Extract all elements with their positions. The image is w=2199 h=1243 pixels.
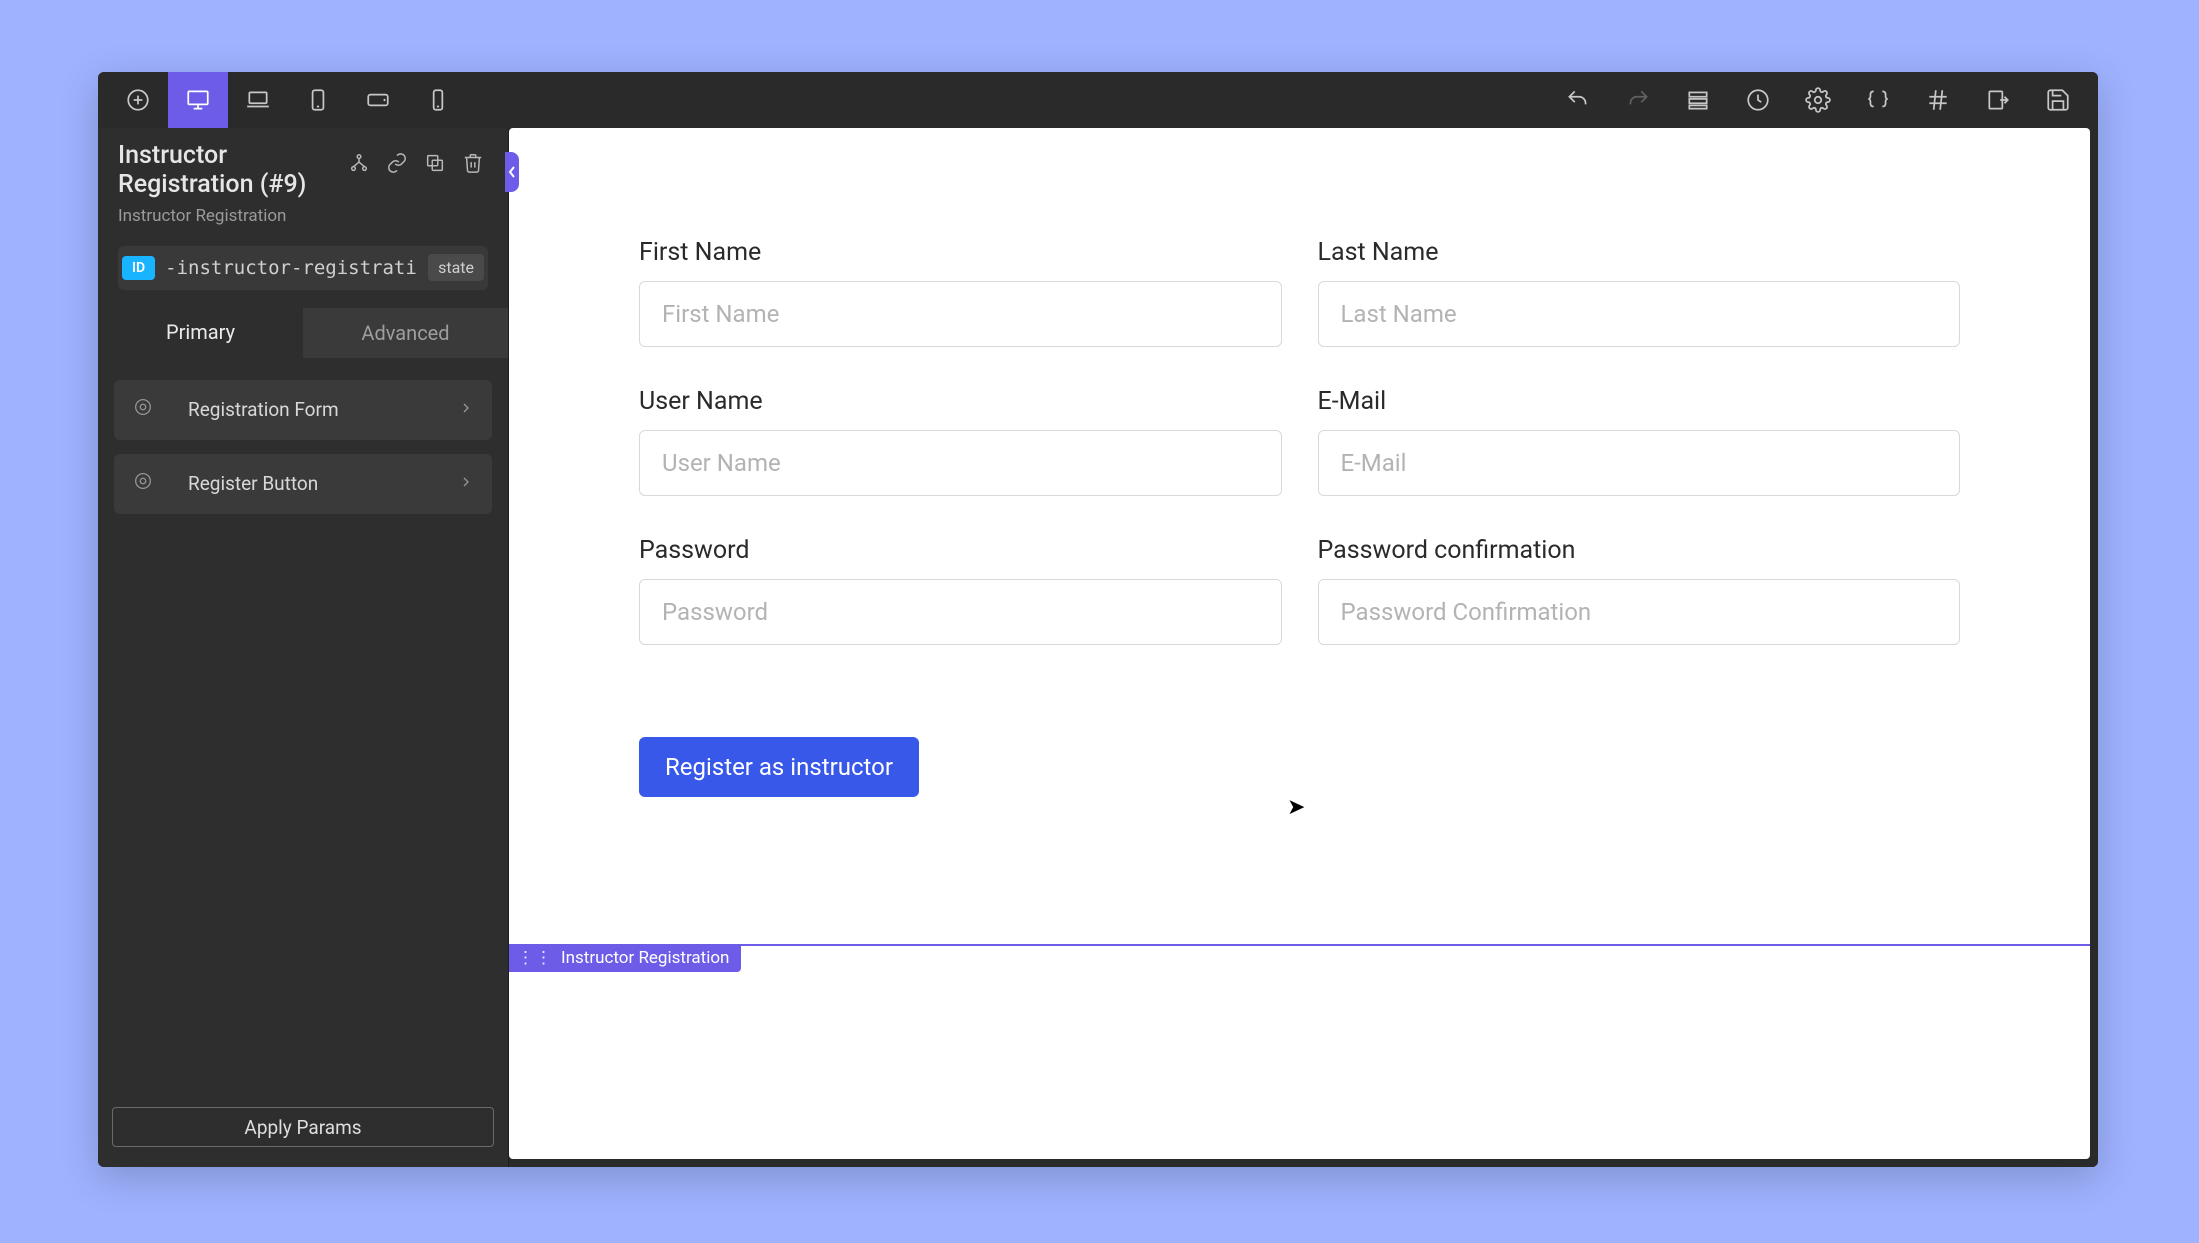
redo-button[interactable] — [1608, 72, 1668, 128]
chevron-right-icon — [458, 472, 474, 495]
tree-button[interactable] — [344, 148, 374, 178]
selection-label: Instructor Registration — [561, 948, 729, 968]
trash-icon — [462, 152, 484, 174]
link-icon — [386, 152, 408, 174]
inspector-sidebar: Instructor Registration (#9) Instructor … — [98, 128, 509, 1167]
clock-icon — [1745, 87, 1771, 113]
field-email: E-Mail — [1318, 387, 1961, 496]
chevron-left-icon — [507, 165, 517, 179]
chevron-right-icon — [458, 398, 474, 421]
input-last-name[interactable] — [1318, 281, 1961, 347]
input-password-confirmation[interactable] — [1318, 579, 1961, 645]
save-button[interactable] — [2028, 72, 2088, 128]
control-register-button[interactable]: Register Button — [114, 454, 492, 514]
label-password-confirmation: Password confirmation — [1318, 536, 1961, 565]
state-badge[interactable]: state — [428, 254, 484, 281]
delete-button[interactable] — [458, 148, 488, 178]
tablet-landscape-icon — [365, 87, 391, 113]
cursor-icon: ➤ — [1287, 795, 1305, 820]
export-button[interactable] — [1968, 72, 2028, 128]
device-tablet-landscape-button[interactable] — [348, 72, 408, 128]
field-user-name: User Name — [639, 387, 1282, 496]
label-first-name: First Name — [639, 238, 1282, 267]
inspector-tabs: Primary Advanced — [98, 308, 508, 358]
laptop-icon — [245, 87, 271, 113]
grid-button[interactable] — [1908, 72, 1968, 128]
save-icon — [2045, 87, 2071, 113]
selection-tag[interactable]: ⋮⋮ Instructor Registration — [509, 944, 741, 972]
target-icon — [132, 470, 160, 498]
duplicate-button[interactable] — [420, 148, 450, 178]
plus-circle-icon — [125, 87, 151, 113]
tab-advanced[interactable]: Advanced — [303, 308, 508, 358]
control-label: Register Button — [188, 472, 318, 495]
duplicate-icon — [424, 152, 446, 174]
layers-icon — [1685, 87, 1711, 113]
target-icon — [132, 396, 160, 424]
element-subtitle: Instructor Registration — [118, 206, 344, 226]
braces-icon — [1865, 87, 1891, 113]
element-id-row[interactable]: ID -instructor-registrati state — [118, 246, 488, 290]
input-user-name[interactable] — [639, 430, 1282, 496]
device-tablet-button[interactable] — [288, 72, 348, 128]
tree-icon — [348, 152, 370, 174]
field-password: Password — [639, 536, 1282, 645]
gear-icon — [1805, 87, 1831, 113]
apply-params-button[interactable]: Apply Params — [112, 1107, 494, 1147]
element-id-value: -instructor-registrati — [165, 257, 420, 279]
field-last-name: Last Name — [1318, 238, 1961, 347]
label-last-name: Last Name — [1318, 238, 1961, 267]
export-icon — [1985, 87, 2011, 113]
label-password: Password — [639, 536, 1282, 565]
input-password[interactable] — [639, 579, 1282, 645]
input-first-name[interactable] — [639, 281, 1282, 347]
tablet-icon — [305, 87, 331, 113]
app-window: Instructor Registration (#9) Instructor … — [98, 72, 2098, 1167]
device-laptop-button[interactable] — [228, 72, 288, 128]
register-instructor-button[interactable]: Register as instructor — [639, 737, 919, 797]
drag-grip-icon: ⋮⋮ — [517, 948, 553, 968]
control-registration-form[interactable]: Registration Form — [114, 380, 492, 440]
device-mobile-button[interactable] — [408, 72, 468, 128]
field-password-confirmation: Password confirmation — [1318, 536, 1961, 645]
label-user-name: User Name — [639, 387, 1282, 416]
panel-collapse-handle[interactable] — [505, 152, 519, 192]
element-title: Instructor Registration (#9) — [118, 142, 344, 200]
history-button[interactable] — [1728, 72, 1788, 128]
hash-icon — [1925, 87, 1951, 113]
mobile-icon — [425, 87, 451, 113]
id-badge: ID — [122, 256, 155, 280]
device-desktop-button[interactable] — [168, 72, 228, 128]
code-button[interactable] — [1848, 72, 1908, 128]
tab-primary[interactable]: Primary — [98, 308, 303, 358]
desktop-icon — [185, 87, 211, 113]
undo-icon — [1565, 87, 1591, 113]
redo-icon — [1625, 87, 1651, 113]
input-email[interactable] — [1318, 430, 1961, 496]
field-first-name: First Name — [639, 238, 1282, 347]
layers-button[interactable] — [1668, 72, 1728, 128]
undo-button[interactable] — [1548, 72, 1608, 128]
settings-button[interactable] — [1788, 72, 1848, 128]
preview-canvas[interactable]: First Name Last Name User Name E-Ma — [509, 128, 2090, 1159]
control-label: Registration Form — [188, 398, 339, 421]
top-toolbar — [98, 72, 2098, 128]
link-button[interactable] — [382, 148, 412, 178]
label-email: E-Mail — [1318, 387, 1961, 416]
selection-boundary — [509, 944, 2090, 946]
add-element-button[interactable] — [108, 72, 168, 128]
